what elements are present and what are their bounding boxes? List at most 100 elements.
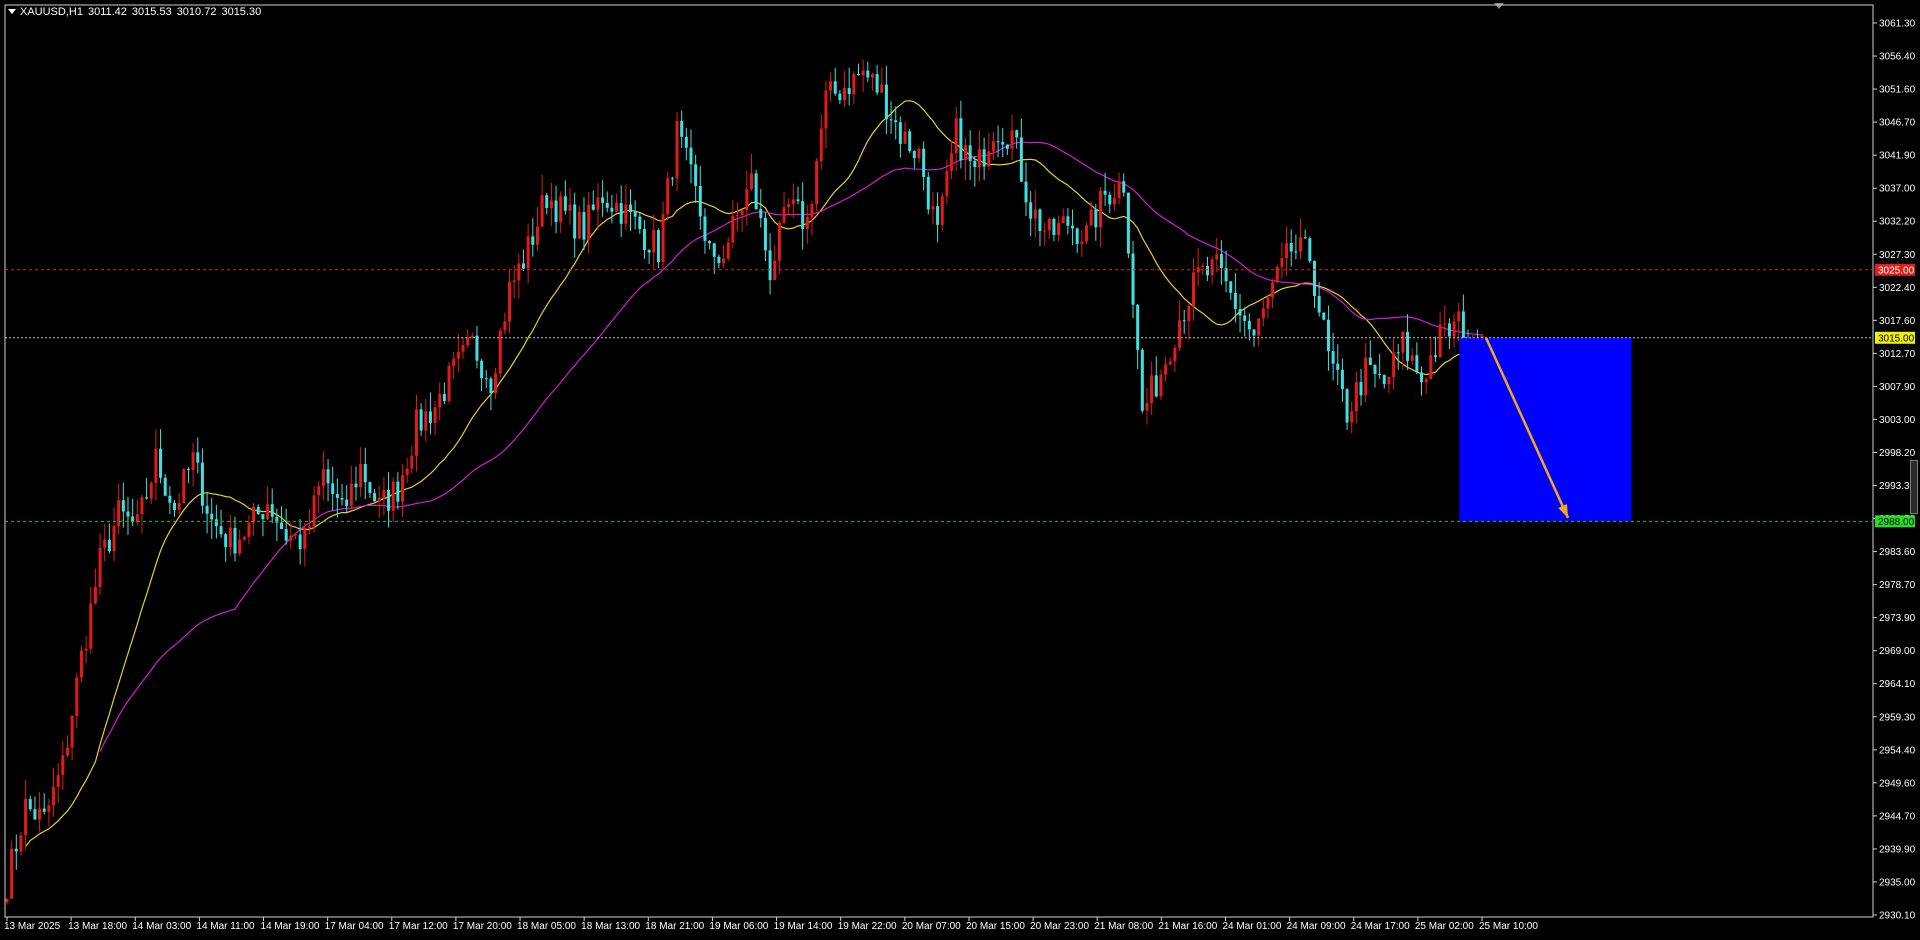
candle[interactable] [382,477,386,516]
candle[interactable] [1285,226,1289,276]
candle[interactable] [1205,256,1209,281]
price-chart[interactable]: 3061.30 3056.40 3051.60 3046.70 3041.90 3037.… [0,0,1920,940]
target-zone-box[interactable] [1459,337,1632,522]
candle[interactable] [1019,118,1023,182]
candle[interactable] [1005,144,1009,155]
candle[interactable] [200,448,204,514]
candle[interactable] [168,486,172,515]
candle[interactable] [503,312,507,335]
candle[interactable] [1271,278,1275,309]
candle[interactable] [1354,371,1358,424]
candle[interactable] [1382,374,1386,389]
candle[interactable] [205,493,209,534]
candle[interactable] [252,502,256,536]
candle[interactable] [652,214,656,270]
candle[interactable] [107,523,111,554]
candle[interactable] [131,498,135,526]
candle[interactable] [531,218,535,257]
candle[interactable] [694,154,698,203]
candle[interactable] [1322,312,1326,321]
candle[interactable] [42,793,46,815]
candle[interactable] [349,466,353,510]
candle[interactable] [856,63,860,76]
candle[interactable] [726,236,730,262]
candle[interactable] [494,367,498,400]
candle[interactable] [656,228,660,269]
candle[interactable] [1433,336,1437,363]
candle[interactable] [1066,208,1070,235]
candle[interactable] [433,400,437,436]
candle[interactable] [461,337,465,359]
candle[interactable] [65,735,69,758]
candle[interactable] [84,636,88,664]
candle[interactable] [722,244,726,268]
candle[interactable] [498,327,502,378]
candle[interactable] [1117,172,1121,205]
candle[interactable] [1331,333,1335,381]
candle[interactable] [554,185,558,234]
candle[interactable] [186,467,190,483]
candle[interactable] [19,831,23,856]
candle[interactable] [991,131,995,161]
candle[interactable] [98,533,102,596]
candle[interactable] [1173,344,1177,372]
candle[interactable] [1289,229,1293,267]
candle[interactable] [926,172,930,215]
chart-window[interactable]: XAUUSD,H1 3011.42 3015.53 3010.72 3015.30 30… [0,0,1920,940]
candle[interactable] [615,194,619,213]
candle[interactable] [1024,162,1028,216]
candle[interactable] [1178,300,1182,351]
candle[interactable] [191,442,195,487]
candle[interactable] [1196,248,1200,287]
candle[interactable] [1154,356,1158,398]
candle[interactable] [414,394,418,472]
candle[interactable] [661,201,665,271]
candle[interactable] [1015,129,1019,149]
candle[interactable] [359,447,363,497]
candle[interactable] [731,200,735,249]
candle[interactable] [1159,369,1163,400]
candle[interactable] [1429,336,1433,380]
candle[interactable] [1219,240,1223,285]
candle[interactable] [1340,358,1344,402]
candle[interactable] [861,59,865,92]
candle[interactable] [1368,340,1372,366]
candle[interactable] [298,519,302,565]
candle[interactable] [303,522,307,567]
candle[interactable] [1350,401,1354,434]
candle[interactable] [1038,208,1042,247]
candle[interactable] [1406,314,1410,370]
candle[interactable] [1438,311,1442,358]
candle[interactable] [1126,192,1130,259]
candle[interactable] [587,192,591,254]
candle[interactable] [605,191,609,213]
candle[interactable] [410,445,414,474]
candle[interactable] [396,472,400,510]
candle[interactable] [126,496,130,535]
candle[interactable] [442,382,446,405]
candle[interactable] [787,198,791,216]
candle[interactable] [321,451,325,500]
candle[interactable] [629,189,633,232]
candle[interactable] [549,183,553,227]
candle[interactable] [717,254,721,268]
candle[interactable] [1043,223,1047,246]
candle[interactable] [363,447,367,500]
candle[interactable] [1164,357,1168,382]
candle[interactable] [610,194,614,224]
candle[interactable] [1275,264,1279,283]
candle[interactable] [647,249,651,265]
candle[interactable] [1243,307,1247,337]
candle[interactable] [870,72,874,91]
candle[interactable] [340,483,344,506]
candle[interactable] [1294,234,1298,260]
candle[interactable] [466,329,470,348]
candle[interactable] [936,192,940,243]
candle[interactable] [745,170,749,226]
candle[interactable] [922,141,926,191]
candle[interactable] [959,100,963,169]
candle[interactable] [964,137,968,181]
candle[interactable] [703,208,707,254]
candle[interactable] [568,187,572,225]
candle[interactable] [284,508,288,545]
